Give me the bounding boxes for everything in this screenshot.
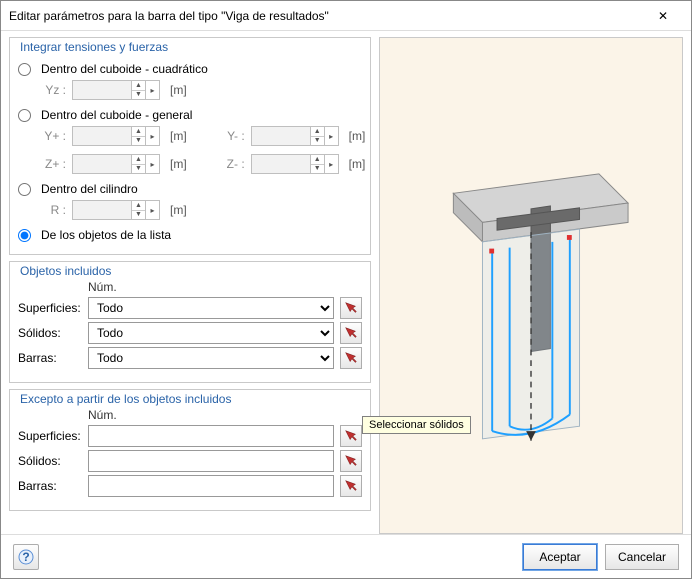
picker-icon xyxy=(344,301,358,315)
included-members-label: Barras: xyxy=(18,351,82,365)
help-icon: ? xyxy=(18,549,34,565)
input-ym-field[interactable] xyxy=(251,126,311,146)
included-num-header: Núm. xyxy=(88,280,362,294)
input-yz-field[interactable] xyxy=(72,80,132,100)
pick-except-solids-button[interactable] xyxy=(340,450,362,472)
svg-text:?: ? xyxy=(22,550,29,564)
picker-icon xyxy=(344,479,358,493)
label-zp: Z+ : xyxy=(38,157,66,171)
window-title: Editar parámetros para la barra del tipo… xyxy=(9,9,643,23)
ok-button[interactable]: Aceptar xyxy=(523,544,597,570)
group-included: Objetos incluidos Núm. Superficies: Todo… xyxy=(9,261,371,383)
except-members-input[interactable] xyxy=(88,475,334,497)
group-except: Excepto a partir de los objetos incluido… xyxy=(9,389,371,511)
stepper-yp[interactable]: ▸ xyxy=(146,126,160,146)
label-r: R : xyxy=(38,203,66,217)
radio-cylinder-input[interactable] xyxy=(18,183,31,196)
except-solids-input[interactable] xyxy=(88,450,334,472)
spinner-zp[interactable]: ▲▼ xyxy=(132,154,146,174)
cancel-button[interactable]: Cancelar xyxy=(605,544,679,570)
stepper-zp[interactable]: ▸ xyxy=(146,154,160,174)
label-yz: Yz : xyxy=(38,83,66,97)
left-panel: Integrar tensiones y fuerzas Dentro del … xyxy=(9,37,371,534)
spinner-yp[interactable]: ▲▼ xyxy=(132,126,146,146)
pick-surfaces-button[interactable] xyxy=(340,297,362,319)
input-ym[interactable]: ▲▼▸ xyxy=(251,126,339,146)
stepper-zm[interactable]: ▸ xyxy=(325,154,339,174)
dialog-window: Editar parámetros para la barra del tipo… xyxy=(0,0,692,579)
titlebar: Editar parámetros para la barra del tipo… xyxy=(1,1,691,31)
included-members-select[interactable]: Todo xyxy=(88,347,334,369)
input-yp[interactable]: ▲▼▸ xyxy=(72,126,160,146)
close-button[interactable]: ✕ xyxy=(643,2,683,30)
included-solids-label: Sólidos: xyxy=(18,326,82,340)
stepper-ym[interactable]: ▸ xyxy=(325,126,339,146)
dialog-footer: ? Aceptar Cancelar xyxy=(1,534,691,578)
radio-objects-list[interactable]: De los objetos de la lista xyxy=(18,228,362,242)
label-zm: Z- : xyxy=(217,157,245,171)
radio-objects-list-label: De los objetos de la lista xyxy=(41,228,171,242)
dialog-body: Integrar tensiones y fuerzas Dentro del … xyxy=(1,31,691,534)
radio-objects-list-input[interactable] xyxy=(18,229,31,242)
pick-solids-button[interactable] xyxy=(340,322,362,344)
tooltip-select-solids: Seleccionar sólidos xyxy=(362,416,471,434)
group-integrate: Integrar tensiones y fuerzas Dentro del … xyxy=(9,37,371,255)
radio-cylinder-label: Dentro del cilindro xyxy=(41,182,138,196)
pick-except-members-button[interactable] xyxy=(340,475,362,497)
radio-cuboid-general[interactable]: Dentro del cuboide - general xyxy=(18,108,362,122)
picker-icon xyxy=(344,351,358,365)
radio-cuboid-quadratic-label: Dentro del cuboide - cuadrático xyxy=(41,62,208,76)
input-yz[interactable]: ▲▼ ▸ xyxy=(72,80,160,100)
except-num-header: Núm. xyxy=(88,408,362,422)
input-yp-field[interactable] xyxy=(72,126,132,146)
input-zm[interactable]: ▲▼▸ xyxy=(251,154,339,174)
radio-cuboid-quadratic-input[interactable] xyxy=(18,63,31,76)
input-zp-field[interactable] xyxy=(72,154,132,174)
unit-zp: [m] xyxy=(170,157,187,171)
radio-cuboid-general-input[interactable] xyxy=(18,109,31,122)
picker-icon xyxy=(344,326,358,340)
included-solids-select[interactable]: Todo xyxy=(88,322,334,344)
stepper-yz[interactable]: ▸ xyxy=(146,80,160,100)
label-yp: Y+ : xyxy=(38,129,66,143)
stepper-r[interactable]: ▸ xyxy=(146,200,160,220)
beam-preview-image xyxy=(380,38,682,533)
unit-r: [m] xyxy=(170,203,187,217)
input-zp[interactable]: ▲▼▸ xyxy=(72,154,160,174)
label-ym: Y- : xyxy=(217,129,245,143)
except-members-label: Barras: xyxy=(18,479,82,493)
input-r-field[interactable] xyxy=(72,200,132,220)
group-except-title: Excepto a partir de los objetos incluido… xyxy=(18,392,233,406)
preview-pane xyxy=(379,37,683,534)
included-surfaces-select[interactable]: Todo xyxy=(88,297,334,319)
included-surfaces-label: Superficies: xyxy=(18,301,82,315)
unit-yp: [m] xyxy=(170,129,187,143)
input-zm-field[interactable] xyxy=(251,154,311,174)
help-button[interactable]: ? xyxy=(13,544,39,570)
picker-icon xyxy=(344,429,358,443)
radio-cylinder[interactable]: Dentro del cilindro xyxy=(18,182,362,196)
spinner-yz[interactable]: ▲▼ xyxy=(132,80,146,100)
unit-ym: [m] xyxy=(349,129,366,143)
spinner-zm[interactable]: ▲▼ xyxy=(311,154,325,174)
pick-except-surfaces-button[interactable] xyxy=(340,425,362,447)
group-integrate-title: Integrar tensiones y fuerzas xyxy=(18,40,170,54)
unit-yz: [m] xyxy=(170,83,187,97)
group-included-title: Objetos incluidos xyxy=(18,264,113,278)
except-surfaces-label: Superficies: xyxy=(18,429,82,443)
except-surfaces-input[interactable] xyxy=(88,425,334,447)
spinner-r[interactable]: ▲▼ xyxy=(132,200,146,220)
pick-members-button[interactable] xyxy=(340,347,362,369)
input-r[interactable]: ▲▼▸ xyxy=(72,200,160,220)
close-icon: ✕ xyxy=(658,9,668,23)
radio-cuboid-general-label: Dentro del cuboide - general xyxy=(41,108,192,122)
unit-zm: [m] xyxy=(349,157,366,171)
picker-icon xyxy=(344,454,358,468)
radio-cuboid-quadratic[interactable]: Dentro del cuboide - cuadrático xyxy=(18,62,362,76)
spinner-ym[interactable]: ▲▼ xyxy=(311,126,325,146)
except-solids-label: Sólidos: xyxy=(18,454,82,468)
